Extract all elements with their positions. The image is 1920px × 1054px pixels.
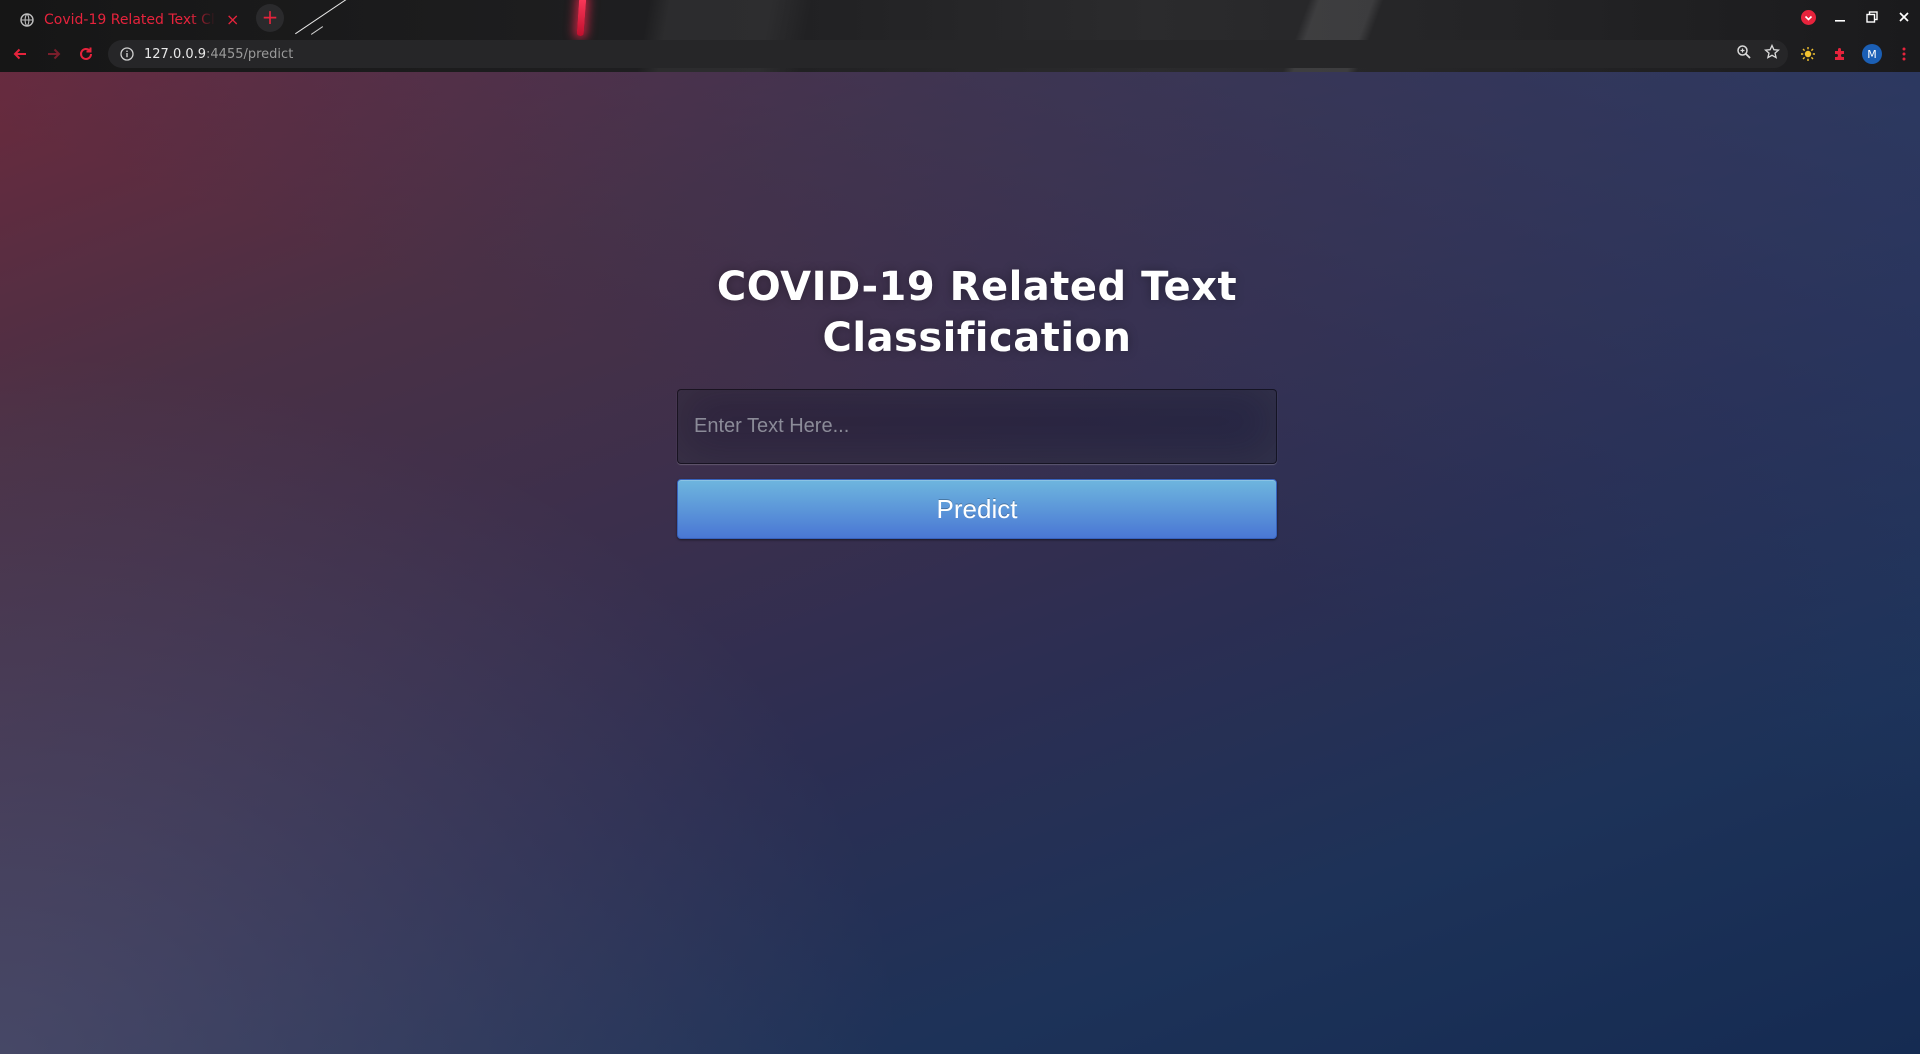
- globe-icon: [20, 13, 34, 27]
- new-tab-button[interactable]: +: [256, 4, 284, 32]
- text-input[interactable]: [677, 389, 1277, 464]
- puzzle-extensions-icon[interactable]: [1824, 40, 1856, 68]
- url-text: 127.0.0.9:4455/predict: [144, 47, 293, 62]
- extensions-area: M: [1792, 40, 1920, 68]
- sun-extension-icon[interactable]: [1792, 40, 1824, 68]
- browser-tab[interactable]: Covid-19 Related Text Cla ×: [10, 4, 250, 36]
- forward-arrow-icon[interactable]: [40, 40, 68, 68]
- page-viewport: COVID-19 Related Text Classification Pre…: [0, 72, 1920, 1054]
- minimize-icon[interactable]: [1824, 4, 1856, 30]
- back-arrow-icon[interactable]: [6, 40, 34, 68]
- page-title: COVID-19 Related Text Classification: [716, 264, 1238, 361]
- address-bar[interactable]: 127.0.0.9:4455/predict: [108, 40, 1788, 68]
- browser-toolbar: 127.0.0.9:4455/predict M: [0, 36, 1920, 72]
- tab-title: Covid-19 Related Text Cla: [44, 12, 216, 28]
- close-window-icon[interactable]: [1888, 4, 1920, 30]
- avatar: M: [1862, 44, 1882, 64]
- profile-avatar[interactable]: M: [1856, 40, 1888, 68]
- window-controls: [1792, 4, 1920, 30]
- omnibox-actions: [1736, 40, 1781, 68]
- site-info-icon[interactable]: [118, 45, 136, 63]
- browser-menu-icon[interactable]: [1888, 40, 1920, 68]
- zoom-icon[interactable]: [1736, 44, 1752, 64]
- prediction-form: COVID-19 Related Text Classification Pre…: [677, 262, 1277, 539]
- url-host: 127.0.0.9: [144, 46, 207, 62]
- browser-chrome: Covid-19 Related Text Cla × + 127.0.0.9:…: [0, 0, 1920, 72]
- restore-icon[interactable]: [1856, 4, 1888, 30]
- close-tab-icon[interactable]: ×: [226, 12, 239, 28]
- profile-menu-icon[interactable]: [1792, 4, 1824, 30]
- url-path: :4455/predict: [206, 46, 294, 62]
- predict-button[interactable]: Predict: [677, 479, 1277, 539]
- reload-icon[interactable]: [72, 40, 100, 68]
- bookmark-star-icon[interactable]: [1763, 43, 1781, 64]
